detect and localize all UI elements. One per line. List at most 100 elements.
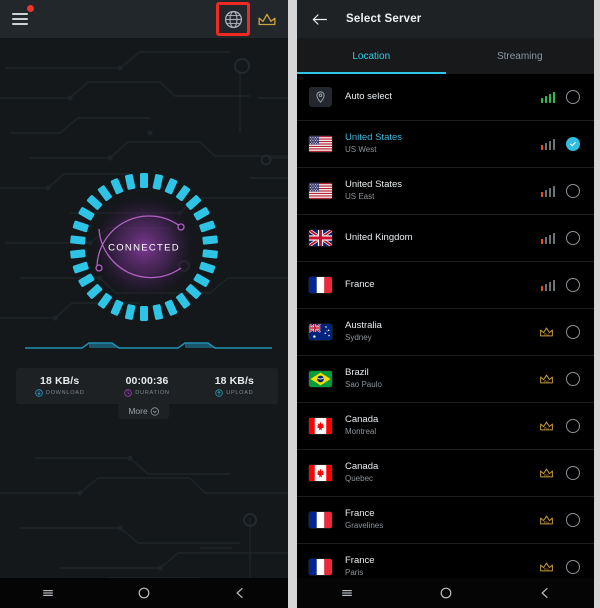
server-row-actions bbox=[540, 137, 580, 151]
server-list-item[interactable]: United States US West bbox=[297, 121, 594, 168]
chevron-down-circle-icon bbox=[151, 406, 160, 416]
server-name-label: Brazil bbox=[345, 367, 369, 379]
connection-stats-panel: 18 KB/s DOWNLOAD 00:00:36 DURATION 18 KB… bbox=[16, 368, 278, 404]
server-list-item[interactable]: Auto select bbox=[297, 74, 594, 121]
upload-label: UPLOAD bbox=[226, 390, 254, 396]
server-radio[interactable] bbox=[566, 184, 580, 198]
server-text-block: Canada Quebec bbox=[345, 461, 538, 485]
hamburger-menu-icon[interactable] bbox=[12, 5, 34, 30]
left-android-navbar bbox=[0, 578, 288, 608]
server-radio[interactable] bbox=[566, 372, 580, 386]
server-region-label: Gravelines bbox=[345, 521, 384, 531]
server-row-actions: Pro bbox=[538, 466, 580, 480]
server-text-block: France bbox=[345, 279, 541, 291]
more-button[interactable]: More bbox=[118, 404, 170, 419]
tab-location[interactable]: Location bbox=[297, 38, 446, 74]
server-list-item[interactable]: Australia Sydney Pro bbox=[297, 309, 594, 356]
download-arrow-icon bbox=[35, 389, 43, 397]
server-name-label: Australia bbox=[345, 320, 382, 332]
signal-strength-icon bbox=[540, 232, 555, 244]
country-flag-icon bbox=[309, 559, 332, 575]
server-radio[interactable] bbox=[566, 325, 580, 339]
server-list-item[interactable]: France Gravelines Pro bbox=[297, 497, 594, 544]
country-flag-icon bbox=[309, 465, 332, 481]
server-radio-selected[interactable] bbox=[566, 137, 580, 151]
active-tab-indicator bbox=[297, 72, 446, 74]
stat-download: 18 KB/s DOWNLOAD bbox=[16, 375, 103, 397]
server-list[interactable]: Auto select United States US West United… bbox=[297, 74, 594, 608]
server-name-label: Canada bbox=[345, 414, 379, 426]
server-name-label: United States bbox=[345, 179, 403, 191]
server-list-item[interactable]: France bbox=[297, 262, 594, 309]
server-row-actions: Pro bbox=[538, 325, 580, 339]
home-icon[interactable] bbox=[136, 585, 152, 601]
right-appbar: Select Server bbox=[297, 0, 594, 38]
server-region-label: Sao Paulo bbox=[345, 380, 382, 390]
server-list-item[interactable]: Brazil Sao Paulo Pro bbox=[297, 356, 594, 403]
back-arrow-icon[interactable] bbox=[311, 12, 328, 27]
server-name-label: United States bbox=[345, 132, 403, 144]
upload-arrow-icon bbox=[215, 389, 223, 397]
server-radio[interactable] bbox=[566, 419, 580, 433]
duration-value: 00:00:36 bbox=[125, 375, 169, 387]
server-name-label: France bbox=[345, 555, 375, 567]
server-row-actions bbox=[540, 231, 580, 245]
recent-apps-icon[interactable] bbox=[339, 585, 355, 601]
server-text-block: France Gravelines bbox=[345, 508, 538, 532]
server-name-label: Canada bbox=[345, 461, 379, 473]
server-radio[interactable] bbox=[566, 231, 580, 245]
server-text-block: Brazil Sao Paulo bbox=[345, 367, 538, 391]
server-list-item[interactable]: Canada Quebec Pro bbox=[297, 450, 594, 497]
stat-duration: 00:00:36 DURATION bbox=[103, 375, 190, 397]
server-radio[interactable] bbox=[566, 560, 580, 574]
server-row-actions: Pro bbox=[538, 419, 580, 433]
upload-value: 18 KB/s bbox=[214, 375, 254, 387]
more-label: More bbox=[128, 406, 148, 416]
duration-label: DURATION bbox=[135, 390, 170, 396]
svg-text:Pro: Pro bbox=[544, 473, 549, 477]
connection-status-dial[interactable]: CONNECTED bbox=[54, 170, 234, 325]
appbar-actions bbox=[216, 2, 278, 36]
back-icon[interactable] bbox=[537, 585, 553, 601]
country-flag-icon bbox=[309, 183, 332, 199]
home-icon[interactable] bbox=[438, 585, 454, 601]
recent-apps-icon[interactable] bbox=[40, 585, 56, 601]
server-text-block: United States US West bbox=[345, 132, 541, 156]
svg-text:Pro: Pro bbox=[544, 332, 549, 336]
select-server-screen: Select Server Location Streaming Auto se… bbox=[294, 0, 594, 608]
clock-icon bbox=[124, 389, 133, 397]
crown-icon[interactable] bbox=[256, 10, 278, 28]
server-region-label: Montreal bbox=[345, 427, 377, 437]
server-text-block: United States US East bbox=[345, 179, 541, 203]
svg-text:Pro: Pro bbox=[544, 379, 549, 383]
download-value: 18 KB/s bbox=[40, 375, 80, 387]
server-list-item[interactable]: United Kingdom bbox=[297, 215, 594, 262]
stat-upload: 18 KB/s UPLOAD bbox=[191, 375, 278, 397]
left-appbar bbox=[0, 0, 288, 38]
page-title: Select Server bbox=[346, 13, 422, 25]
server-row-actions bbox=[540, 184, 580, 198]
pro-crown-icon: Pro bbox=[540, 327, 553, 337]
server-list-item[interactable]: United States US East bbox=[297, 168, 594, 215]
signal-strength-icon bbox=[540, 138, 555, 150]
svg-text:Pro: Pro bbox=[544, 426, 549, 430]
server-name-label: France bbox=[345, 279, 375, 291]
server-list-item[interactable]: Canada Montreal Pro bbox=[297, 403, 594, 450]
signal-strength-icon bbox=[540, 185, 555, 197]
server-radio[interactable] bbox=[566, 466, 580, 480]
country-flag-icon bbox=[309, 230, 332, 246]
server-radio[interactable] bbox=[566, 513, 580, 527]
server-text-block: Australia Sydney bbox=[345, 320, 538, 344]
pro-crown-icon: Pro bbox=[540, 562, 553, 572]
country-flag-icon bbox=[309, 136, 332, 152]
select-server-button[interactable] bbox=[216, 2, 250, 36]
server-row-actions: Pro bbox=[538, 560, 580, 574]
tab-streaming[interactable]: Streaming bbox=[446, 38, 595, 74]
svg-text:Pro: Pro bbox=[544, 567, 549, 571]
back-icon[interactable] bbox=[232, 585, 248, 601]
server-radio[interactable] bbox=[566, 90, 580, 104]
server-region-label: US West bbox=[345, 145, 377, 155]
server-radio[interactable] bbox=[566, 278, 580, 292]
server-text-block: United Kingdom bbox=[345, 232, 541, 244]
server-row-actions bbox=[540, 90, 580, 104]
